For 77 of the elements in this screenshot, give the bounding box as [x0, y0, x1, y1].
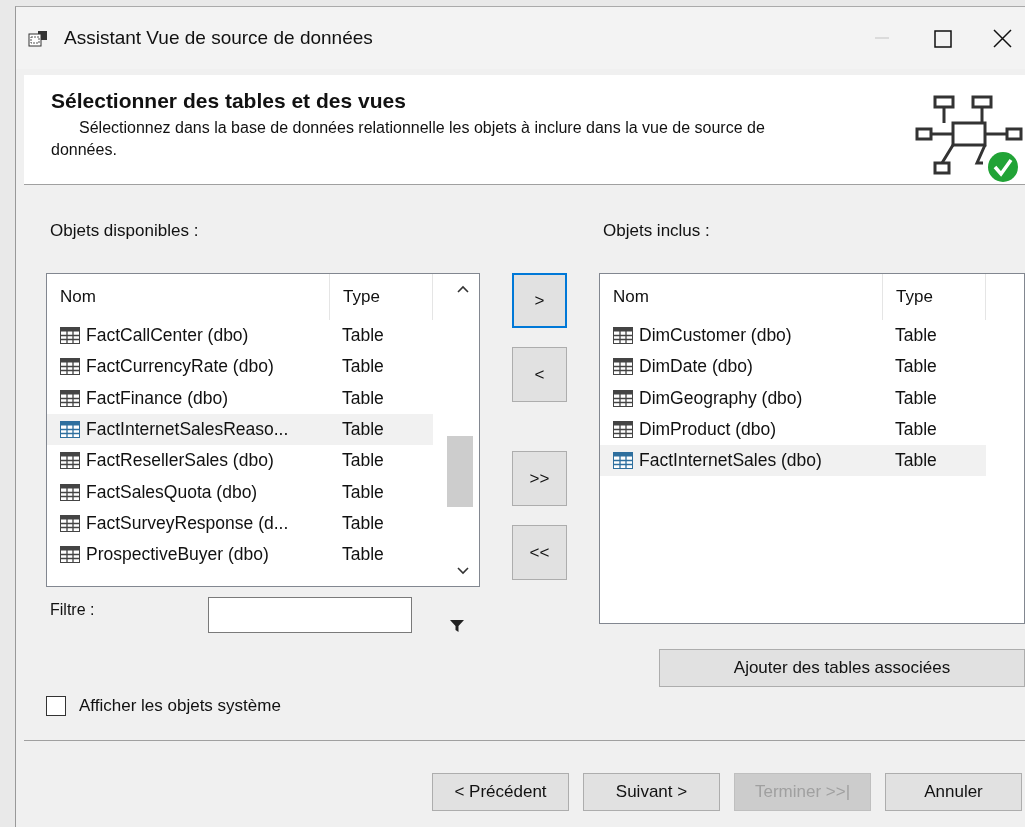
move-button[interactable]: >>: [512, 451, 567, 506]
object-name: FactCallCenter (dbo): [86, 325, 249, 347]
list-row[interactable]: DimDate (dbo) Table: [600, 351, 986, 383]
footer-button[interactable]: < Précédent: [432, 773, 569, 811]
list-row[interactable]: ProspectiveBuyer (dbo) Table: [47, 539, 433, 571]
object-type: Table: [894, 450, 937, 472]
table-icon: [613, 421, 633, 439]
list-row[interactable]: FactResellerSales (dbo) Table: [47, 445, 433, 477]
table-icon: [613, 389, 633, 407]
object-name: FactSurveyResponse (d...: [86, 512, 289, 534]
table-icon: [60, 452, 80, 470]
table-icon: [60, 421, 80, 439]
object-type: Table: [341, 419, 384, 441]
object-type: Table: [894, 325, 937, 347]
filter-icon[interactable]: [449, 618, 465, 634]
list-row[interactable]: FactCallCenter (dbo) Table: [47, 320, 433, 352]
object-type: Table: [341, 450, 384, 472]
footer-button[interactable]: Suivant >: [583, 773, 720, 811]
list-row[interactable]: FactSalesQuota (dbo) Table: [47, 476, 433, 508]
object-type: Table: [341, 325, 384, 347]
object-name: FactInternetSales (dbo): [639, 450, 822, 472]
object-name: DimCustomer (dbo): [639, 325, 792, 347]
object-name: DimProduct (dbo): [639, 419, 777, 441]
table-icon: [613, 452, 633, 470]
filter-field[interactable]: [208, 597, 412, 633]
object-name: FactCurrencyRate (dbo): [86, 356, 274, 378]
table-icon: [60, 514, 80, 532]
scroll-thumb[interactable]: [447, 436, 473, 507]
page-heading: Sélectionner des tables et des vues: [51, 89, 407, 113]
object-name: DimDate (dbo): [639, 356, 753, 378]
table-icon: [60, 389, 80, 407]
object-type: Table: [341, 512, 384, 534]
table-icon: [60, 483, 80, 501]
object-type: Table: [341, 356, 384, 378]
object-name: FactInternetSalesReaso...: [86, 419, 289, 441]
object-name: DimGeography (dbo): [639, 387, 803, 409]
table-icon: [60, 358, 80, 376]
object-type: Table: [341, 481, 384, 503]
list-row[interactable]: FactInternetSalesReaso... Table: [47, 413, 433, 446]
object-type: Table: [894, 419, 937, 441]
column-header[interactable]: Type: [883, 274, 986, 320]
add-related-tables-button[interactable]: Ajouter des tables associées: [659, 649, 1025, 687]
list-row[interactable]: FactFinance (dbo) Table: [47, 382, 433, 414]
column-header[interactable]: Nom: [47, 274, 330, 320]
move-button[interactable]: >: [512, 273, 567, 328]
database-window-icon: [28, 28, 50, 48]
list-row[interactable]: FactCurrencyRate (dbo) Table: [47, 351, 433, 383]
list-row[interactable]: FactInternetSales (dbo) Table: [600, 445, 986, 477]
object-name: FactSalesQuota (dbo): [86, 481, 258, 503]
move-button[interactable]: <<: [512, 525, 567, 580]
object-type: Table: [894, 387, 937, 409]
move-button[interactable]: <: [512, 347, 567, 402]
column-header[interactable]: Nom: [600, 274, 883, 320]
window-title: Assistant Vue de source de données: [64, 27, 374, 49]
object-type: Table: [341, 387, 384, 409]
object-name: FactResellerSales (dbo): [86, 450, 274, 472]
footer-button[interactable]: Annuler: [885, 773, 1022, 811]
table-icon: [613, 327, 633, 345]
list-row[interactable]: DimProduct (dbo) Table: [600, 413, 986, 446]
list-row[interactable]: FactSurveyResponse (d... Table: [47, 507, 433, 540]
scroll-down-icon[interactable]: [454, 566, 471, 576]
list-row[interactable]: DimGeography (dbo) Table: [600, 382, 986, 414]
table-icon: [60, 546, 80, 564]
available-objects-label: Objets disponibles :: [50, 221, 200, 242]
checkbox-label[interactable]: Afficher les objets système: [79, 696, 281, 716]
column-header[interactable]: Type: [330, 274, 433, 320]
object-type: Table: [341, 544, 384, 566]
checkbox[interactable]: [46, 696, 66, 716]
list-row[interactable]: DimCustomer (dbo) Table: [600, 320, 986, 352]
filter-label: Filtre :: [50, 601, 96, 619]
page-description: Sélectionnez dans la base de données relationnelle les objets à inclure dans la vue de source de données.: [50, 118, 766, 160]
included-objects-label: Objets inclus :: [603, 221, 711, 242]
object-type: Table: [894, 356, 937, 378]
object-name: FactFinance (dbo): [86, 387, 228, 409]
table-icon: [60, 327, 80, 345]
object-name: ProspectiveBuyer (dbo): [86, 544, 269, 566]
table-icon: [613, 358, 633, 376]
